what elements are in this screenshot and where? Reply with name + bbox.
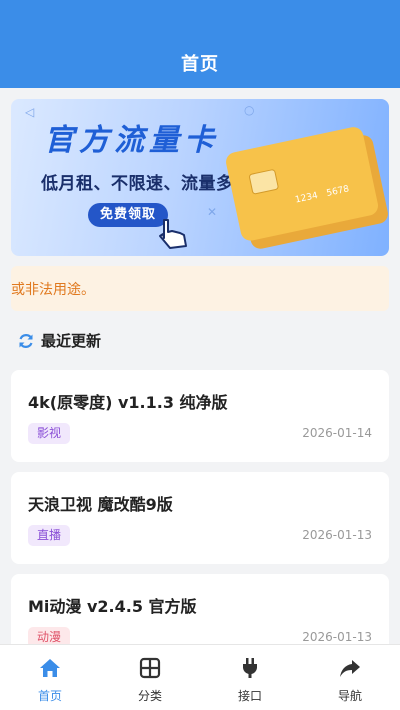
triangle-deco-icon: ◁ xyxy=(25,105,35,119)
item-name: Mi动漫 v2.4.5 官方版 xyxy=(28,597,197,616)
tab-label: 首页 xyxy=(37,689,62,703)
app-header: 首页 xyxy=(0,0,400,88)
category-tag: 影视 xyxy=(28,423,71,444)
notice-text: 或非法用途。 xyxy=(11,282,95,298)
grid-icon xyxy=(139,657,161,679)
list-item[interactable]: 4k(原零度) v1.1.3 纯净版 影视 2026-01-14 xyxy=(11,370,389,462)
tab-home[interactable]: 首页 xyxy=(0,645,100,710)
promo-banner[interactable]: ◁ ○ ✕ 官方流量卡 低月租、不限速、流量多 免费领取 1234 5678 xyxy=(11,99,389,256)
list-item[interactable]: 天浪卫视 魔改酷9版 直播 2026-01-13 xyxy=(11,472,389,564)
item-date: 2026-01-13 xyxy=(302,630,372,644)
tab-label: 接口 xyxy=(237,689,262,703)
tab-navigation[interactable]: 导航 xyxy=(300,645,400,710)
share-icon xyxy=(340,660,360,677)
sim-card-icon: 1234 5678 xyxy=(226,127,388,249)
banner-headline: 官方流量卡 xyxy=(44,123,219,158)
pointer-hand-icon xyxy=(159,219,187,249)
tab-label: 导航 xyxy=(337,689,362,703)
category-tag: 直播 xyxy=(28,525,71,546)
bottom-tab-bar: 首页 分类 接口 导航 xyxy=(0,644,400,710)
plug-icon xyxy=(243,658,257,678)
page-title: 首页 xyxy=(181,54,219,75)
item-date: 2026-01-14 xyxy=(302,426,372,440)
refresh-icon xyxy=(19,333,33,348)
item-name: 4k(原零度) v1.1.3 纯净版 xyxy=(28,393,228,412)
item-date: 2026-01-13 xyxy=(302,528,372,542)
notice-bar: 或非法用途。 xyxy=(11,266,389,311)
tab-interface[interactable]: 接口 xyxy=(200,645,300,710)
item-name: 天浪卫视 魔改酷9版 xyxy=(28,495,173,514)
section-header: 最近更新 xyxy=(17,330,101,351)
tab-category[interactable]: 分类 xyxy=(100,645,200,710)
home-icon xyxy=(40,659,60,677)
banner-subtitle: 低月租、不限速、流量多 xyxy=(41,174,234,194)
tab-label: 分类 xyxy=(137,689,162,703)
section-title: 最近更新 xyxy=(41,332,102,350)
